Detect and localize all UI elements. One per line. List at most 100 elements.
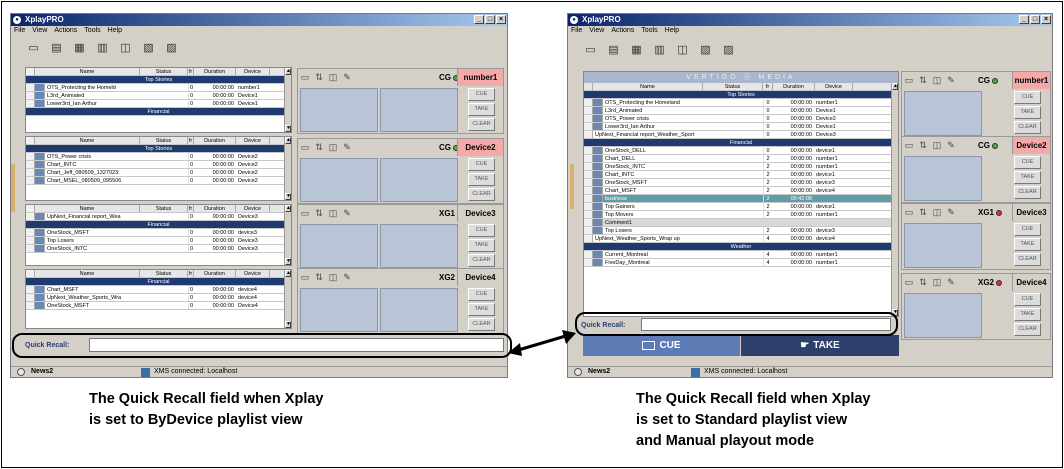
cue-button[interactable]: CUE: [468, 88, 495, 101]
cue-button[interactable]: CUE: [468, 158, 495, 171]
col-duration[interactable]: Duration: [194, 270, 236, 277]
scrollbar[interactable]: ▲ ▼: [284, 137, 291, 200]
split-icon[interactable]: ⇅: [916, 207, 930, 218]
splitter-handle[interactable]: [570, 164, 574, 209]
col-name[interactable]: Name: [35, 68, 140, 75]
save-icon[interactable]: ▭: [902, 140, 916, 151]
playlist-row[interactable]: OneStock_INTC 2 00:00:00 number1: [584, 163, 898, 171]
col-status[interactable]: Status: [140, 205, 188, 212]
cue-button[interactable]: CUE: [1014, 223, 1041, 236]
col-duration[interactable]: Duration: [773, 83, 815, 90]
col-status[interactable]: Status: [140, 68, 188, 75]
playlist-row[interactable]: OneStock_MSFT 2 00:00:00 device3: [584, 179, 898, 187]
clear-button[interactable]: CLEAR: [468, 318, 495, 331]
clear-button[interactable]: CLEAR: [1014, 253, 1041, 266]
open-folder-icon[interactable]: ▤: [50, 42, 63, 54]
print-icon[interactable]: ▥: [96, 42, 109, 54]
save-icon[interactable]: ▭: [902, 207, 916, 218]
playlist-row[interactable]: Chart_MSFT 0 00:00:00 device4: [26, 286, 291, 294]
menu-file[interactable]: File: [14, 26, 25, 36]
save-icon[interactable]: ▭: [902, 277, 916, 288]
edit-icon[interactable]: ✎: [340, 208, 354, 219]
playlist-row[interactable]: UpNext_Weather_Sports_Wra 0 00:00:00 device…: [26, 294, 291, 302]
col-duration[interactable]: Duration: [194, 137, 236, 144]
copy-icon[interactable]: ◫: [930, 140, 944, 151]
split-icon[interactable]: ⇅: [916, 277, 930, 288]
playlist-row[interactable]: OneStock_INTC 0 00:00:00 Device3: [26, 245, 291, 253]
take-button[interactable]: ☛ TAKE: [741, 335, 899, 356]
edit-icon[interactable]: ✎: [340, 272, 354, 283]
clear-button[interactable]: CLEAR: [1014, 121, 1041, 134]
menu-help[interactable]: Help: [665, 26, 679, 36]
col-device[interactable]: Device: [236, 205, 270, 212]
playlist-row[interactable]: OTS_Power crisis 0 00:00:00 Device2: [584, 115, 898, 123]
scroll-down-icon[interactable]: ▼: [285, 258, 291, 265]
playlist-row[interactable]: Top Gainers 2 00:00:00 device1: [584, 203, 898, 211]
save-icon[interactable]: ▦: [630, 44, 643, 56]
cue-button[interactable]: CUE: [1014, 156, 1041, 169]
split-icon[interactable]: ⇅: [916, 140, 930, 151]
playlist-row[interactable]: UpNext_Financial report_Weather_Sport 0 00…: [584, 131, 898, 139]
playlist-row[interactable]: Chart_INTC 0 00:00:00 Device2: [26, 161, 291, 169]
cue-button[interactable]: CUE: [468, 288, 495, 301]
save-icon[interactable]: ▭: [902, 75, 916, 86]
copy-icon[interactable]: ◫: [326, 272, 340, 283]
playlist-row[interactable]: Chart_MSEL_080509_095506 0 00:00:00 Device2: [26, 177, 291, 185]
save-icon[interactable]: ▭: [298, 72, 312, 83]
menu-tools[interactable]: Tools: [84, 26, 100, 36]
copy-icon[interactable]: ◫: [930, 277, 944, 288]
col-fr[interactable]: fr: [763, 83, 773, 90]
new-playlist-icon[interactable]: ▭: [584, 44, 597, 56]
playlist-row[interactable]: Chart_Jeff_080509_1327023: 0 00:00:00 Devic…: [26, 169, 291, 177]
edit-icon[interactable]: ✎: [944, 140, 958, 151]
scrollbar[interactable]: ▲ ▼: [284, 270, 291, 328]
list-icon[interactable]: ▧: [699, 44, 712, 56]
col-status[interactable]: Status: [703, 83, 763, 90]
split-icon[interactable]: ⇅: [312, 272, 326, 283]
playlist-row[interactable]: Chart_DELL 2 00:00:00 number1: [584, 155, 898, 163]
splitter-handle[interactable]: [11, 164, 15, 212]
clear-button[interactable]: CLEAR: [1014, 323, 1041, 336]
col-status[interactable]: Status: [140, 270, 188, 277]
menu-actions[interactable]: Actions: [611, 26, 634, 36]
new-playlist-icon[interactable]: ▭: [27, 42, 40, 54]
cue-button[interactable]: CUE: [583, 335, 740, 356]
copy-icon[interactable]: ◫: [326, 142, 340, 153]
split-icon[interactable]: ⇅: [916, 75, 930, 86]
col-name[interactable]: Name: [35, 205, 140, 212]
scroll-up-icon[interactable]: ▲: [285, 270, 291, 277]
take-button[interactable]: TAKE: [468, 303, 495, 316]
take-button[interactable]: TAKE: [468, 239, 495, 252]
clear-button[interactable]: CLEAR: [468, 188, 495, 201]
playlist-row[interactable]: Chart_INTC 2 00:00:00 device1: [584, 171, 898, 179]
print-icon[interactable]: ▥: [653, 44, 666, 56]
take-button[interactable]: TAKE: [1014, 106, 1041, 119]
copy-icon[interactable]: ◫: [326, 208, 340, 219]
col-duration[interactable]: Duration: [194, 205, 236, 212]
take-button[interactable]: TAKE: [1014, 171, 1041, 184]
cue-button[interactable]: CUE: [468, 224, 495, 237]
scroll-up-icon[interactable]: ▲: [285, 205, 291, 212]
edit-icon[interactable]: ✎: [944, 277, 958, 288]
copy-icon[interactable]: ◫: [326, 72, 340, 83]
cue-button[interactable]: CUE: [1014, 293, 1041, 306]
list-icon[interactable]: ▧: [142, 42, 155, 54]
menu-tools[interactable]: Tools: [641, 26, 657, 36]
col-status[interactable]: Status: [140, 137, 188, 144]
col-duration[interactable]: Duration: [194, 68, 236, 75]
take-button[interactable]: TAKE: [468, 103, 495, 116]
playlist-row[interactable]: FiveDay_Montreal 4 00:00:00 number1: [584, 259, 898, 267]
col-device[interactable]: Device: [236, 68, 270, 75]
clear-button[interactable]: CLEAR: [1014, 186, 1041, 199]
save-icon[interactable]: ▭: [298, 272, 312, 283]
scroll-down-icon[interactable]: ▼: [285, 193, 291, 200]
close-button[interactable]: ×: [496, 15, 506, 24]
playlist-row[interactable]: OTS_Protecting the Homeland 0 00:00:00 numb…: [584, 99, 898, 107]
open-folder-icon[interactable]: ▤: [607, 44, 620, 56]
playlist-row[interactable]: OTS_Protecting the Homeld 0 00:00:00 number…: [26, 84, 291, 92]
col-name[interactable]: Name: [35, 137, 140, 144]
menu-actions[interactable]: Actions: [54, 26, 77, 36]
copy-icon[interactable]: ◫: [676, 44, 689, 56]
clear-button[interactable]: CLEAR: [468, 254, 495, 267]
menu-view[interactable]: View: [32, 26, 47, 36]
